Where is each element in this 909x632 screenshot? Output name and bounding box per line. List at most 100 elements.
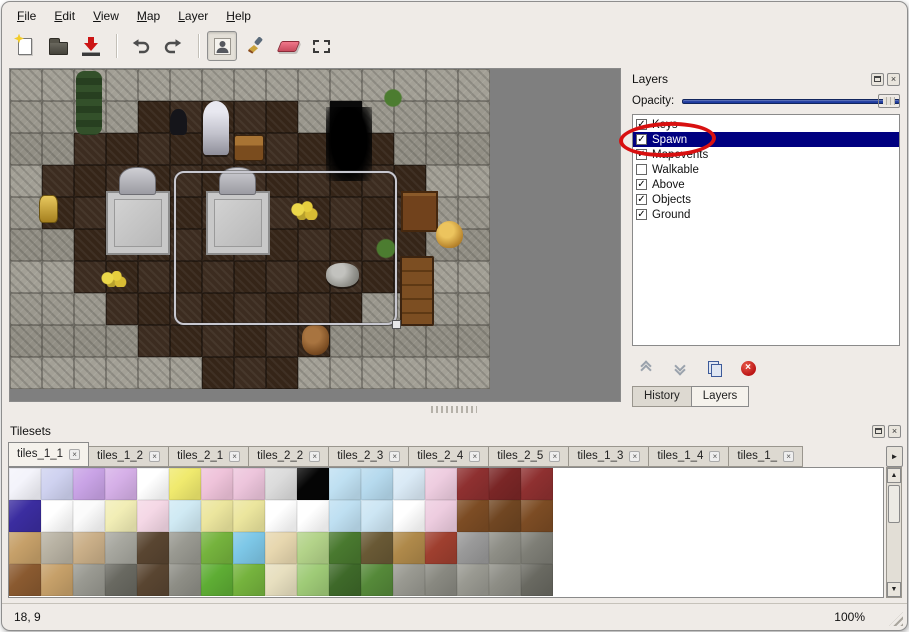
map-tile[interactable]	[42, 165, 74, 197]
map-tile[interactable]	[106, 325, 138, 357]
map-tile[interactable]	[10, 101, 42, 133]
tile[interactable]	[169, 564, 201, 596]
map-tile[interactable]	[394, 357, 426, 389]
tile[interactable]	[41, 564, 73, 596]
tile[interactable]	[265, 468, 297, 500]
tileset-tab-tiles_1_[interactable]: tiles_1_×	[728, 446, 803, 467]
menu-map[interactable]: Map	[128, 7, 169, 25]
selection-resize-handle[interactable]	[392, 320, 401, 329]
select-tool-button[interactable]	[306, 31, 336, 61]
map-tile[interactable]	[106, 69, 138, 101]
map-tile[interactable]	[458, 165, 490, 197]
map-tile[interactable]	[362, 357, 394, 389]
tile[interactable]	[9, 532, 41, 564]
map-tile[interactable]	[138, 293, 170, 325]
map-tile[interactable]	[426, 325, 458, 357]
scroll-thumb[interactable]	[888, 485, 900, 523]
map-tile[interactable]	[106, 293, 138, 325]
tab-close-icon[interactable]: ×	[229, 451, 240, 462]
tile[interactable]	[361, 468, 393, 500]
tile[interactable]	[361, 564, 393, 596]
tile[interactable]	[297, 564, 329, 596]
tile[interactable]	[457, 500, 489, 532]
splitter-handle[interactable]	[431, 406, 477, 413]
tile[interactable]	[329, 468, 361, 500]
map-tile[interactable]	[74, 197, 106, 229]
tileset-scrollbar[interactable]: ▲ ▼	[886, 467, 902, 598]
tile[interactable]	[393, 532, 425, 564]
map-tile[interactable]	[138, 325, 170, 357]
map-tile[interactable]	[202, 325, 234, 357]
layer-visibility-checkbox[interactable]: ✓	[636, 149, 647, 160]
tile[interactable]	[233, 532, 265, 564]
map-tile[interactable]	[170, 325, 202, 357]
tile[interactable]	[425, 468, 457, 500]
opacity-slider[interactable]	[682, 93, 900, 109]
tileset-tab-tiles_1_2[interactable]: tiles_1_2×	[88, 446, 169, 467]
map-tile[interactable]	[458, 293, 490, 325]
close-panel-button[interactable]: ×	[888, 425, 901, 438]
tab-close-icon[interactable]: ×	[709, 451, 720, 462]
tile[interactable]	[233, 500, 265, 532]
lower-layer-button[interactable]	[668, 358, 692, 378]
map-tile[interactable]	[234, 357, 266, 389]
map-tile[interactable]	[10, 133, 42, 165]
map-tile[interactable]	[426, 357, 458, 389]
tile[interactable]	[329, 500, 361, 532]
map-tile[interactable]	[298, 69, 330, 101]
map-tile[interactable]	[202, 357, 234, 389]
redo-button[interactable]	[158, 31, 188, 61]
tile[interactable]	[201, 564, 233, 596]
map-tile[interactable]	[458, 261, 490, 293]
tile[interactable]	[521, 500, 553, 532]
tile[interactable]	[169, 468, 201, 500]
map-tile[interactable]	[426, 69, 458, 101]
map-tile[interactable]	[234, 101, 266, 133]
tileset-tab-tiles_1_3[interactable]: tiles_1_3×	[568, 446, 649, 467]
layer-row-above[interactable]: ✓Above	[633, 177, 899, 192]
tile[interactable]	[489, 468, 521, 500]
map-tile[interactable]	[42, 357, 74, 389]
menu-file[interactable]: File	[8, 7, 45, 25]
layer-visibility-checkbox[interactable]: ✓	[636, 194, 647, 205]
map-tile[interactable]	[10, 69, 42, 101]
tileset-tab-tiles_2_5[interactable]: tiles_2_5×	[488, 446, 569, 467]
map-tile[interactable]	[330, 357, 362, 389]
map-tile[interactable]	[10, 261, 42, 293]
tile[interactable]	[73, 500, 105, 532]
map-tile[interactable]	[138, 261, 170, 293]
tile[interactable]	[105, 564, 137, 596]
map-tile[interactable]	[74, 165, 106, 197]
map-tile[interactable]	[266, 325, 298, 357]
tile[interactable]	[425, 500, 457, 532]
tab-close-icon[interactable]: ×	[69, 449, 80, 460]
tileset-tab-tiles_2_2[interactable]: tiles_2_2×	[248, 446, 329, 467]
tile[interactable]	[201, 468, 233, 500]
map-tile[interactable]	[10, 357, 42, 389]
layer-row-spawn[interactable]: ✓Spawn	[633, 132, 899, 147]
tileset-tab-tiles_2_1[interactable]: tiles_2_1×	[168, 446, 249, 467]
map-tile[interactable]	[138, 69, 170, 101]
map-tile[interactable]	[74, 229, 106, 261]
tile[interactable]	[265, 532, 297, 564]
map-tile[interactable]	[266, 69, 298, 101]
map-tile[interactable]	[170, 357, 202, 389]
map-tile[interactable]	[10, 293, 42, 325]
tile[interactable]	[73, 532, 105, 564]
map-tile[interactable]	[234, 69, 266, 101]
tile[interactable]	[41, 532, 73, 564]
tile[interactable]	[361, 500, 393, 532]
tile[interactable]	[41, 500, 73, 532]
tile[interactable]	[521, 564, 553, 596]
tab-close-icon[interactable]: ×	[389, 451, 400, 462]
map-tile[interactable]	[138, 133, 170, 165]
character-tool-button[interactable]	[207, 31, 237, 61]
tile[interactable]	[297, 532, 329, 564]
tab-scroll-right-button[interactable]: ►	[886, 446, 903, 467]
tile[interactable]	[201, 532, 233, 564]
dock-tab-history[interactable]: History	[632, 386, 692, 407]
map-tile[interactable]	[10, 165, 42, 197]
layer-row-walkable[interactable]: Walkable	[633, 162, 899, 177]
tile[interactable]	[169, 500, 201, 532]
tile[interactable]	[233, 564, 265, 596]
